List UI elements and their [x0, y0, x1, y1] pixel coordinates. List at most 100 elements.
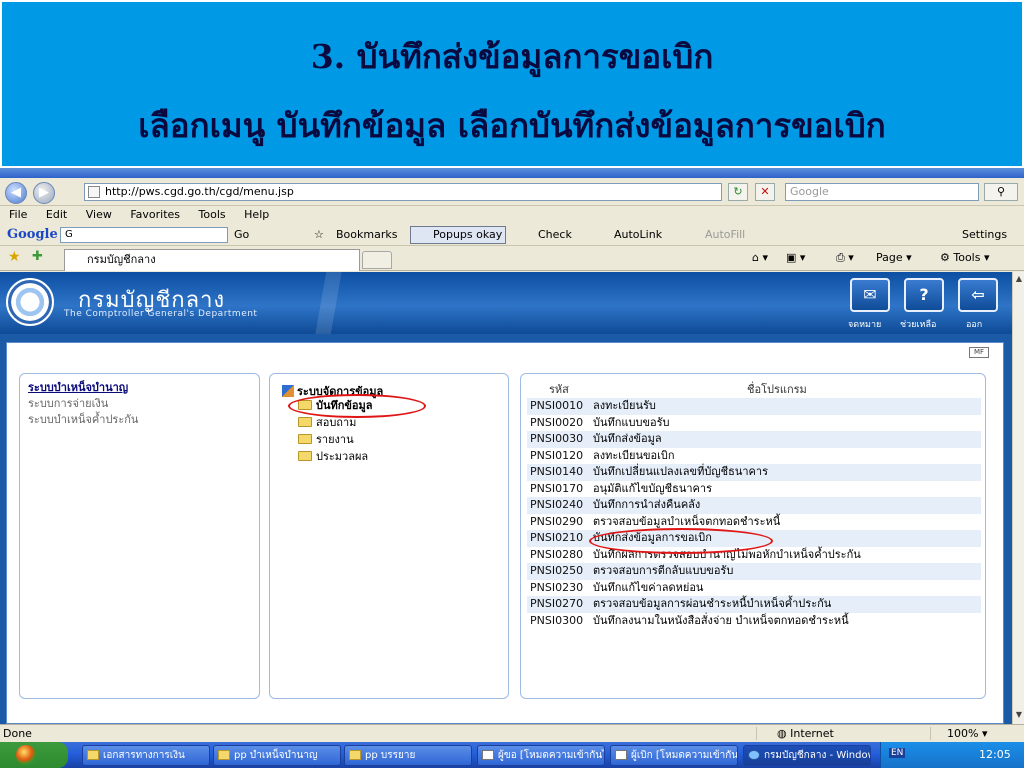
- page-menu[interactable]: Page ▾: [876, 251, 912, 264]
- program-row[interactable]: PNSI0120 ลงทะเบียนขอเบิก: [527, 448, 981, 465]
- slide-banner: 3. บันทึกส่งข้อมูลการขอเบิก เลือกเมนู บั…: [0, 0, 1024, 168]
- bookmarks-star-icon: ☆: [314, 228, 324, 241]
- program-table-body: PNSI0010 ลงทะเบียนรับ PNSI0020 บันทึกแบบขอ…: [527, 398, 981, 629]
- document-icon: [482, 750, 494, 760]
- folder-icon: [218, 750, 230, 760]
- favorites-star-icon[interactable]: ★: [8, 249, 21, 265]
- google-search-box[interactable]: G: [60, 227, 228, 243]
- system-item-pension[interactable]: ระบบบำเหน็จบำนาญ: [20, 380, 259, 396]
- folder-icon: [298, 417, 312, 427]
- home-icon[interactable]: ⌂ ▾: [752, 251, 768, 264]
- bookmarks-button[interactable]: Bookmarks: [336, 228, 397, 241]
- globe-icon: ◍: [777, 727, 791, 740]
- program-row[interactable]: PNSI0290 ตรวจสอบข้อมูลบำเหน็จตกทอดชำระหนี…: [527, 514, 981, 531]
- go-button[interactable]: Go: [234, 228, 249, 241]
- program-row[interactable]: PNSI0020 บันทึกแบบขอรับ: [527, 415, 981, 432]
- tree-node-record-data[interactable]: บันทึกข้อมูล: [298, 398, 373, 414]
- help-label: ช่วยเหลือ: [900, 320, 937, 330]
- logout-icon[interactable]: ⇦: [958, 278, 998, 312]
- taskbar-item[interactable]: ผู้เบิก [โหมดความเข้ากันได้]: [610, 745, 738, 766]
- search-button[interactable]: ⚲: [984, 183, 1018, 201]
- menu-edit[interactable]: Edit: [37, 207, 73, 221]
- scroll-down-icon[interactable]: ▼: [1014, 710, 1024, 722]
- mail-label: จดหมาย: [848, 320, 882, 330]
- program-row[interactable]: PNSI0170 อนุมัติแก้ไขบัญชีธนาคาร: [527, 481, 981, 498]
- vertical-scrollbar[interactable]: ▲ ▼: [1012, 272, 1024, 724]
- menu-tools[interactable]: Tools: [190, 207, 232, 221]
- system-tray: EN 12:05: [880, 742, 1024, 768]
- autolink-button[interactable]: AutoLink: [614, 228, 662, 241]
- program-row[interactable]: PNSI0140 บันทึกเปลี่ยนแปลงเลขที่บัญชีธนาค…: [527, 464, 981, 481]
- program-row[interactable]: PNSI0250 ตรวจสอบการตีกลับแบบขอรับ: [527, 563, 981, 580]
- autofill-button[interactable]: AutoFill: [705, 228, 745, 241]
- system-item-payment[interactable]: ระบบการจ่ายเงิน: [20, 396, 259, 412]
- program-table-header: รหัส ชื่อโปรแกรม: [521, 380, 981, 396]
- page-viewport: กรมบัญชีกลาง The Comptroller General's D…: [0, 272, 1012, 724]
- taskbar-item-active[interactable]: กรมบัญชีกลาง - Windows Internet Explorer: [743, 745, 871, 766]
- popups-button[interactable]: Popups okay: [410, 226, 506, 244]
- mf-button[interactable]: MF: [969, 347, 989, 358]
- tools-menu[interactable]: ⚙ Tools ▾: [940, 251, 990, 264]
- search-input[interactable]: Google: [785, 183, 979, 201]
- folder-icon: [298, 451, 312, 461]
- add-favorite-icon[interactable]: ✚: [32, 249, 43, 264]
- folder-icon: [349, 750, 361, 760]
- folder-icon: [298, 400, 312, 410]
- forward-button[interactable]: ▶: [33, 182, 55, 204]
- program-row[interactable]: PNSI0280 บันทึกผลการตรวจสอบบำนาญไม่พอหักบ…: [527, 547, 981, 564]
- taskbar-item[interactable]: pp บำเหน็จบำนาญ: [213, 745, 341, 766]
- header-code: รหัส: [549, 383, 569, 396]
- scroll-up-icon[interactable]: ▲: [1014, 274, 1024, 286]
- tree-node-inquiry[interactable]: สอบถาม: [298, 415, 356, 431]
- google-logo: Google: [7, 227, 58, 242]
- zoom-level[interactable]: 100% ▾: [930, 727, 987, 740]
- logout-label: ออก: [966, 320, 983, 330]
- refresh-button[interactable]: ↻: [728, 183, 748, 201]
- system-item-guarantee[interactable]: ระบบบำเหน็จค้ำประกัน: [20, 412, 259, 428]
- taskbar-item[interactable]: ผู้ขอ [โหมดความเข้ากันได้]: [477, 745, 605, 766]
- new-tab-button[interactable]: [362, 251, 392, 269]
- status-bar: Done ◍ Internet 100% ▾: [0, 724, 1024, 742]
- settings-button[interactable]: Settings: [962, 228, 1007, 241]
- address-input[interactable]: http://pws.cgd.go.th/cgd/menu.jsp: [84, 183, 722, 201]
- taskbar-item[interactable]: pp บรรยาย: [344, 745, 472, 766]
- tab-bar: ★ ✚ กรมบัญชีกลาง ⌂ ▾ ▣ ▾ ⎙ ▾ Page ▾ ⚙ To…: [0, 247, 1024, 271]
- program-row[interactable]: PNSI0230 บันทึกแก้ไขค่าลดหย่อน: [527, 580, 981, 597]
- check-button[interactable]: Check: [538, 228, 572, 241]
- mail-icon[interactable]: ✉: [850, 278, 890, 312]
- language-indicator[interactable]: EN: [889, 748, 906, 758]
- main-content: MF ระบบบำเหน็จบำนาญ ระบบการจ่ายเงิน ระบบ…: [6, 342, 1004, 724]
- start-button[interactable]: [0, 742, 68, 768]
- department-seal-logo: [6, 278, 54, 326]
- program-row[interactable]: PNSI0300 บันทึกลงนามในหนังสือสั่งจ่าย บำเ…: [527, 613, 981, 630]
- program-row[interactable]: PNSI0240 บันทึกการนำส่งคืนคลัง: [527, 497, 981, 514]
- menu-favorites[interactable]: Favorites: [121, 207, 186, 221]
- menu-view[interactable]: View: [77, 207, 118, 221]
- program-row[interactable]: PNSI0270 ตรวจสอบข้อมูลการผ่อนชำระหนี้บำเห…: [527, 596, 981, 613]
- site-subtitle: The Comptroller General's Department: [64, 309, 258, 319]
- menu-file[interactable]: File: [0, 207, 33, 221]
- program-row[interactable]: PNSI0030 บันทึกส่งข้อมูล: [527, 431, 981, 448]
- site-header: กรมบัญชีกลาง The Comptroller General's D…: [0, 272, 1012, 334]
- google-toolbar: Google G Go ☆ Bookmarks Popups okay Chec…: [0, 224, 1024, 246]
- tree-node-report[interactable]: รายงาน: [298, 432, 354, 448]
- program-row[interactable]: PNSI0010 ลงทะเบียนรับ: [527, 398, 981, 415]
- status-text: Done: [3, 727, 32, 740]
- taskbar-item[interactable]: เอกสารทางการเงิน: [82, 745, 210, 766]
- tab-current[interactable]: กรมบัญชีกลาง: [64, 249, 360, 271]
- feeds-icon[interactable]: ▣ ▾: [786, 251, 805, 264]
- tree-root-icon: [282, 385, 294, 397]
- stop-button[interactable]: ✕: [755, 183, 775, 201]
- address-value: http://pws.cgd.go.th/cgd/menu.jsp: [105, 185, 294, 198]
- address-bar-row: ◀ ▶ http://pws.cgd.go.th/cgd/menu.jsp ↻ …: [0, 178, 1024, 206]
- clock: 12:05: [979, 748, 1011, 761]
- menu-tree-panel: ระบบจัดการข้อมูล บันทึกข้อมูล สอบถาม ราย…: [269, 373, 509, 699]
- print-icon[interactable]: ⎙ ▾: [836, 251, 854, 265]
- help-icon[interactable]: ?: [904, 278, 944, 312]
- tree-node-process[interactable]: ประมวลผล: [298, 449, 368, 465]
- program-row-selected[interactable]: PNSI0210 บันทึกส่งข้อมูลการขอเบิก: [527, 530, 981, 547]
- menu-help[interactable]: Help: [235, 207, 275, 221]
- page-icon: [88, 186, 100, 198]
- back-button[interactable]: ◀: [5, 182, 27, 204]
- document-icon: [615, 750, 627, 760]
